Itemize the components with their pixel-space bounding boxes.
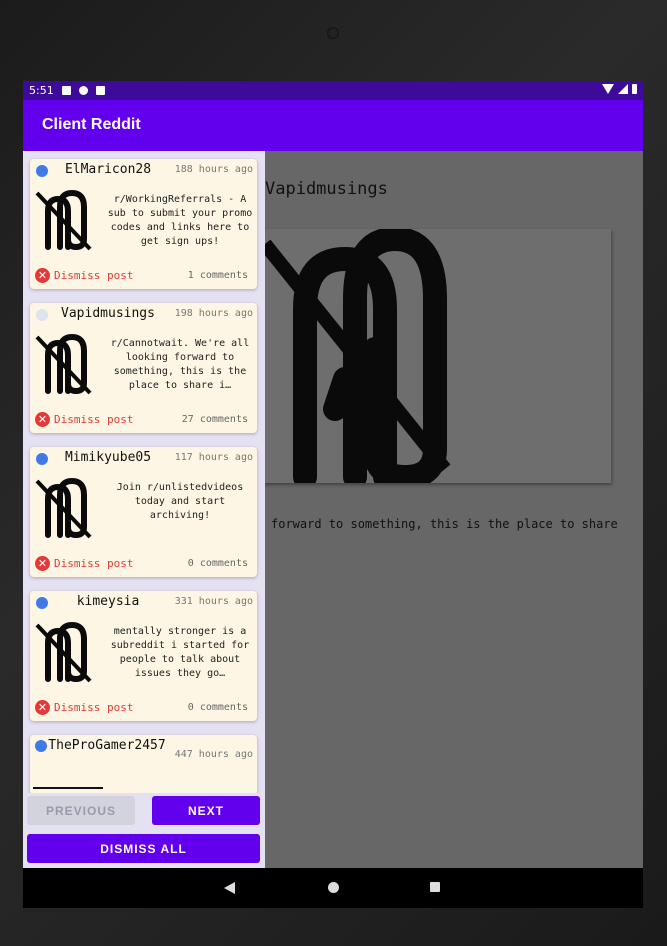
dismiss-post-button[interactable]: ✕ Dismiss post xyxy=(35,700,133,715)
dismiss-post-button[interactable]: ✕ Dismiss post xyxy=(35,268,133,283)
status-right xyxy=(602,84,637,94)
post-title: r/Cannotwait. We're all looking forward … xyxy=(110,338,250,391)
notification-p-icon xyxy=(78,86,88,95)
post-card[interactable]: Mimikyube05 117 hours ago Join r/unliste… xyxy=(30,447,257,577)
broken-image-icon xyxy=(35,333,92,395)
post-card[interactable]: Vapidmusings 198 hours ago r/Cannotwait.… xyxy=(30,303,257,433)
status-bar: 5:51 xyxy=(23,81,643,100)
post-title: Join r/unlistedvideos today and start ar… xyxy=(116,482,244,521)
post-card[interactable]: ElMaricon28 188 hours ago r/WorkingRefer… xyxy=(30,159,257,289)
broken-image-icon xyxy=(33,787,103,789)
dismiss-label: Dismiss post xyxy=(54,413,134,426)
post-time: 188 hours ago xyxy=(174,164,253,175)
post-title: mentally stronger is a subreddit i start… xyxy=(110,626,250,679)
comment-count: 0 comments xyxy=(187,558,248,569)
unread-dot xyxy=(35,740,47,752)
detail-image xyxy=(265,226,611,490)
signal-icon xyxy=(618,84,628,94)
comment-count: 0 comments xyxy=(187,702,248,713)
close-circle-icon: ✕ xyxy=(35,556,50,571)
unread-dot xyxy=(36,453,48,465)
previous-button[interactable]: PREVIOUS xyxy=(27,796,135,825)
unread-dot xyxy=(36,165,48,177)
post-time: 447 hours ago xyxy=(174,749,253,760)
dismiss-label: Dismiss post xyxy=(54,701,134,714)
post-card[interactable]: kimeysia 331 hours ago mentally stronger… xyxy=(30,591,257,721)
post-author: TheProGamer2457 xyxy=(48,738,166,753)
close-circle-icon: ✕ xyxy=(35,268,50,283)
dismiss-post-button[interactable]: ✕ Dismiss post xyxy=(35,412,133,427)
broken-image-icon xyxy=(265,226,451,490)
dismiss-post-button[interactable]: ✕ Dismiss post xyxy=(35,556,133,571)
battery-icon xyxy=(632,84,637,94)
system-nav-bar xyxy=(23,868,643,908)
dismiss-label: Dismiss post xyxy=(54,557,134,570)
front-camera xyxy=(327,27,339,39)
post-author: kimeysia xyxy=(76,594,140,609)
post-list[interactable]: ElMaricon28 188 hours ago r/WorkingRefer… xyxy=(23,151,265,868)
detail-body: forward to something, this is the place … xyxy=(271,517,618,531)
post-author: Vapidmusings xyxy=(61,306,155,321)
close-circle-icon: ✕ xyxy=(35,700,50,715)
home-icon[interactable] xyxy=(328,882,339,893)
notification-a-icon xyxy=(61,86,71,95)
back-icon[interactable] xyxy=(224,882,235,894)
post-author: ElMaricon28 xyxy=(64,162,152,177)
dismiss-label: Dismiss post xyxy=(54,269,134,282)
comment-count: 27 comments xyxy=(181,414,248,425)
dismiss-all-button[interactable]: DISMISS ALL xyxy=(27,834,260,863)
pagination-panel: PREVIOUS NEXT DISMISS ALL xyxy=(23,793,265,868)
comment-count: 1 comments xyxy=(187,270,248,281)
broken-image-icon xyxy=(35,477,92,539)
post-card[interactable]: TheProGamer2457 447 hours ago xyxy=(30,735,257,795)
wifi-icon xyxy=(602,84,614,94)
post-detail: Vapidmusings forward to something, this … xyxy=(265,151,643,868)
unread-dot xyxy=(36,597,48,609)
post-title: r/WorkingReferrals - A sub to submit you… xyxy=(107,194,253,247)
post-time: 117 hours ago xyxy=(174,452,253,463)
status-time: 5:51 xyxy=(29,84,54,97)
app-bar: Client Reddit xyxy=(23,100,643,151)
tablet-screen: 5:51 Client Reddit Vapidmusings forward … xyxy=(23,81,643,908)
app-title: Client Reddit xyxy=(42,116,141,133)
recents-icon[interactable] xyxy=(430,882,440,892)
post-time: 198 hours ago xyxy=(174,308,253,319)
broken-image-icon xyxy=(35,621,92,683)
post-author: Mimikyube05 xyxy=(64,450,152,465)
close-circle-icon: ✕ xyxy=(35,412,50,427)
read-dot xyxy=(36,309,48,321)
sd-card-icon xyxy=(95,86,105,95)
broken-image-icon xyxy=(35,189,92,251)
post-time: 331 hours ago xyxy=(174,596,253,607)
detail-author: Vapidmusings xyxy=(265,179,388,199)
next-button[interactable]: NEXT xyxy=(152,796,260,825)
